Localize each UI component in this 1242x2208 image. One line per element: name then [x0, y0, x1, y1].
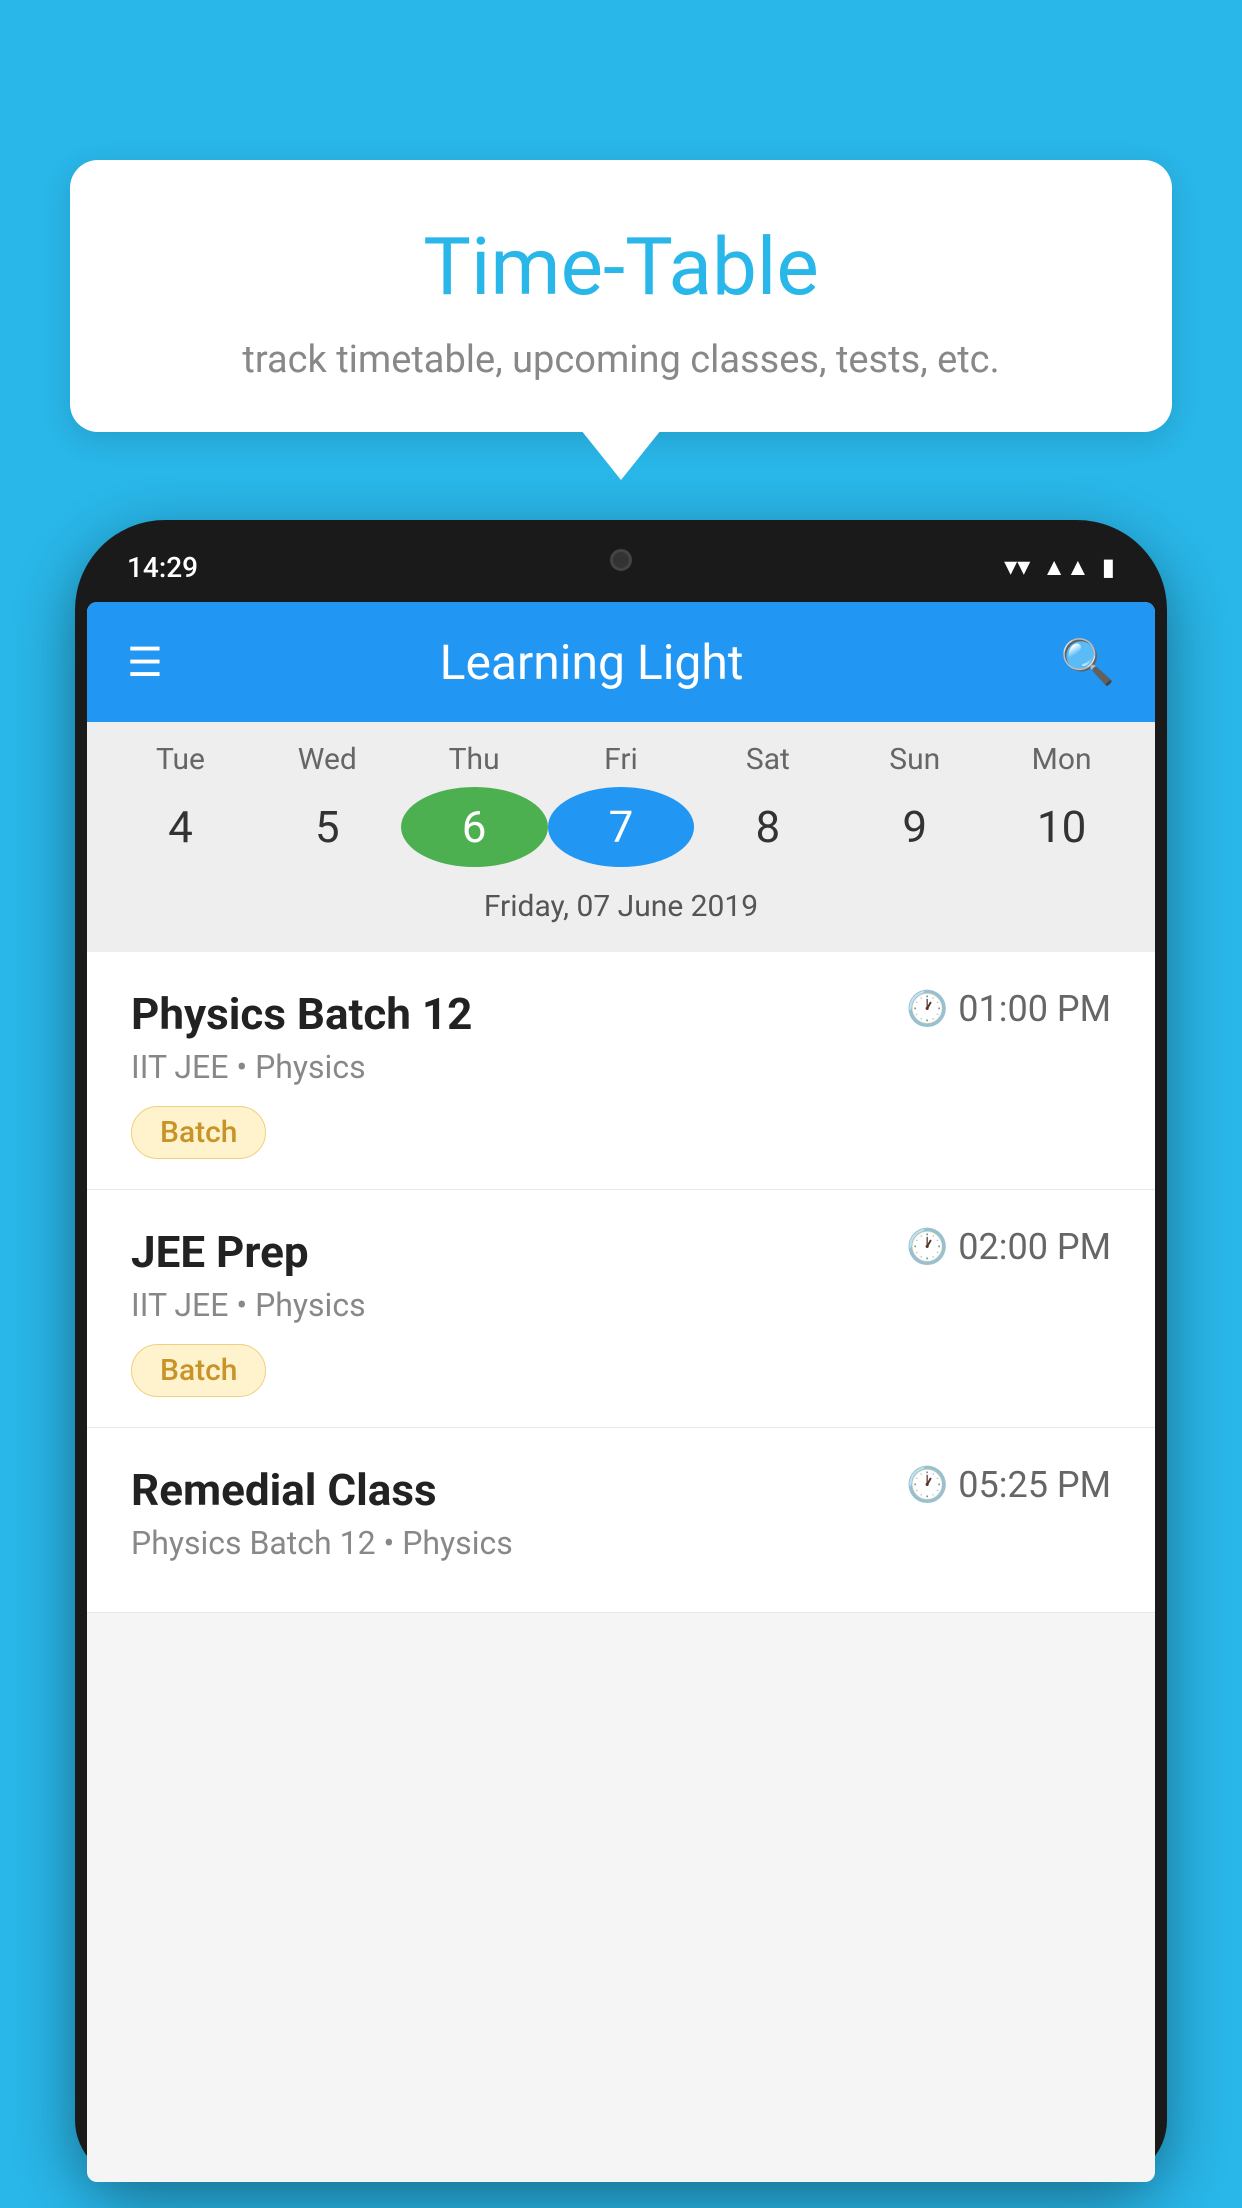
schedule-item-2[interactable]: JEE Prep 🕐 02:00 PM IIT JEE • Physics Ba…: [87, 1190, 1155, 1428]
status-time: 14:29: [127, 551, 198, 584]
phone-screen: ☰ Learning Light 🔍 Tue Wed Thu Fri Sat S…: [87, 602, 1155, 2182]
day-7-wrapper[interactable]: 7: [548, 787, 695, 867]
schedule-item-1[interactable]: Physics Batch 12 🕐 01:00 PM IIT JEE • Ph…: [87, 952, 1155, 1190]
day-4-wrapper[interactable]: 4: [107, 787, 254, 867]
day-header-wed: Wed: [254, 742, 401, 777]
day-header-fri: Fri: [548, 742, 695, 777]
day-6-wrapper[interactable]: 6: [401, 787, 548, 867]
schedule-item-1-title: Physics Batch 12: [131, 988, 472, 1040]
phone-outer: 14:29 ▾▾ ▲▲ ▮ ☰ Learning Light 🔍 Tue: [75, 520, 1167, 2180]
clock-icon-3: 🕐: [906, 1465, 948, 1505]
schedule-item-1-time-text: 01:00 PM: [958, 988, 1111, 1030]
day-5-wrapper[interactable]: 5: [254, 787, 401, 867]
day-headers: Tue Wed Thu Fri Sat Sun Mon: [87, 742, 1155, 777]
app-title: Learning Light: [193, 634, 990, 691]
schedule-item-2-header: JEE Prep 🕐 02:00 PM: [131, 1226, 1111, 1278]
day-8-wrapper[interactable]: 8: [694, 787, 841, 867]
phone-notch: [561, 532, 681, 587]
schedule-list: Physics Batch 12 🕐 01:00 PM IIT JEE • Ph…: [87, 952, 1155, 1613]
day-10: 10: [988, 787, 1135, 867]
schedule-item-2-badge: Batch: [131, 1344, 266, 1397]
search-icon[interactable]: 🔍: [1060, 636, 1115, 688]
schedule-item-3-subtitle: Physics Batch 12 • Physics: [131, 1524, 1111, 1562]
schedule-item-2-time: 🕐 02:00 PM: [906, 1226, 1111, 1268]
schedule-item-1-time: 🕐 01:00 PM: [906, 988, 1111, 1030]
hamburger-icon[interactable]: ☰: [127, 639, 163, 686]
phone-top-bar: 14:29 ▾▾ ▲▲ ▮: [87, 532, 1155, 602]
schedule-item-2-subtitle: IIT JEE • Physics: [131, 1286, 1111, 1324]
day-header-tue: Tue: [107, 742, 254, 777]
day-header-mon: Mon: [988, 742, 1135, 777]
camera-dot: [610, 549, 632, 571]
day-4: 4: [107, 787, 254, 867]
schedule-item-1-subtitle: IIT JEE • Physics: [131, 1048, 1111, 1086]
schedule-item-1-header: Physics Batch 12 🕐 01:00 PM: [131, 988, 1111, 1040]
selected-date-label: Friday, 07 June 2019: [87, 877, 1155, 942]
day-9-wrapper[interactable]: 9: [841, 787, 988, 867]
schedule-item-2-time-text: 02:00 PM: [958, 1226, 1111, 1268]
phone-container: 14:29 ▾▾ ▲▲ ▮ ☰ Learning Light 🔍 Tue: [75, 520, 1167, 2208]
schedule-item-3-time: 🕐 05:25 PM: [906, 1464, 1111, 1506]
clock-icon-1: 🕐: [906, 989, 948, 1029]
day-header-sat: Sat: [694, 742, 841, 777]
tooltip-card: Time-Table track timetable, upcoming cla…: [70, 160, 1172, 432]
signal-icon: ▲▲: [1042, 553, 1090, 582]
tooltip-title: Time-Table: [140, 220, 1102, 314]
app-header: ☰ Learning Light 🔍: [87, 602, 1155, 722]
status-icons: ▾▾ ▲▲ ▮: [1004, 552, 1115, 582]
schedule-item-3[interactable]: Remedial Class 🕐 05:25 PM Physics Batch …: [87, 1428, 1155, 1613]
schedule-item-3-time-text: 05:25 PM: [958, 1464, 1111, 1506]
day-10-wrapper[interactable]: 10: [988, 787, 1135, 867]
day-numbers: 4 5 6 7 8 9: [87, 787, 1155, 867]
day-5: 5: [254, 787, 401, 867]
day-9: 9: [841, 787, 988, 867]
calendar-strip: Tue Wed Thu Fri Sat Sun Mon 4 5: [87, 722, 1155, 952]
schedule-item-3-header: Remedial Class 🕐 05:25 PM: [131, 1464, 1111, 1516]
schedule-item-2-title: JEE Prep: [131, 1226, 309, 1278]
day-7-selected: 7: [548, 787, 695, 867]
schedule-item-3-title: Remedial Class: [131, 1464, 437, 1516]
tooltip-subtitle: track timetable, upcoming classes, tests…: [140, 338, 1102, 382]
schedule-item-1-badge: Batch: [131, 1106, 266, 1159]
wifi-icon: ▾▾: [1004, 552, 1030, 582]
day-header-sun: Sun: [841, 742, 988, 777]
day-8: 8: [694, 787, 841, 867]
day-6-today: 6: [401, 787, 548, 867]
day-header-thu: Thu: [401, 742, 548, 777]
battery-icon: ▮: [1102, 553, 1115, 581]
clock-icon-2: 🕐: [906, 1227, 948, 1267]
